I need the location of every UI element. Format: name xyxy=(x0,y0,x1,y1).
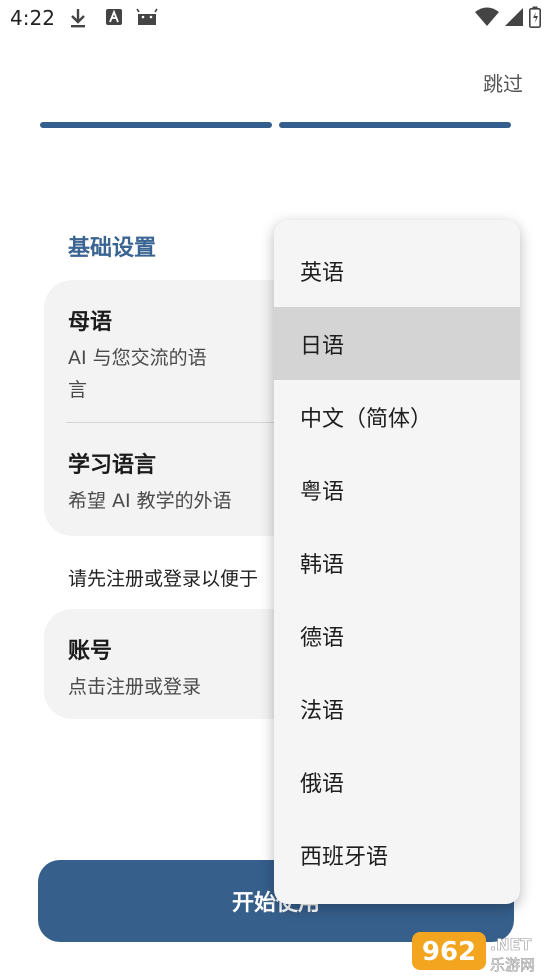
menu-item-russian[interactable]: 俄语 xyxy=(274,745,520,818)
menu-item-japanese[interactable]: 日语 xyxy=(274,307,520,380)
android-icon xyxy=(136,7,158,27)
progress-step-1 xyxy=(40,122,272,128)
menu-item-english[interactable]: 英语 xyxy=(274,234,520,307)
watermark-net: .NET xyxy=(490,935,531,954)
study-language-title: 学习语言 xyxy=(68,453,157,478)
battery-icon xyxy=(529,6,541,32)
signal-icon xyxy=(505,7,523,31)
watermark-logo: 962 .NET 乐游网 xyxy=(408,926,548,976)
native-language-subtitle-line2: 言 xyxy=(68,379,88,401)
app-notification-icon xyxy=(104,7,124,27)
menu-item-cantonese[interactable]: 粤语 xyxy=(274,453,520,526)
language-dropdown-menu: 英语 日语 中文（简体） 粤语 韩语 德语 法语 俄语 西班牙语 xyxy=(274,220,520,904)
watermark-number: 962 xyxy=(422,937,476,967)
skip-button[interactable]: 跳过 xyxy=(483,68,523,97)
progress-step-2 xyxy=(279,122,511,128)
menu-item-chinese-simplified[interactable]: 中文（简体） xyxy=(274,380,520,453)
native-language-subtitle-line1: AI 与您交流的语 xyxy=(68,347,207,369)
account-title: 账号 xyxy=(68,639,113,664)
menu-item-korean[interactable]: 韩语 xyxy=(274,526,520,599)
status-time: 4:22 xyxy=(10,6,55,30)
menu-item-french[interactable]: 法语 xyxy=(274,672,520,745)
status-icons xyxy=(475,6,541,32)
watermark-site: 乐游网 xyxy=(490,956,535,974)
login-notice: 请先注册或登录以便于 xyxy=(68,568,259,590)
section-title: 基础设置 xyxy=(68,236,157,261)
native-language-title: 母语 xyxy=(68,310,113,335)
account-subtitle: 点击注册或登录 xyxy=(68,676,202,698)
wifi-icon xyxy=(475,7,499,31)
study-language-subtitle: 希望 AI 教学的外语 xyxy=(68,490,232,512)
menu-item-spanish[interactable]: 西班牙语 xyxy=(274,818,520,891)
menu-item-german[interactable]: 德语 xyxy=(274,599,520,672)
download-icon xyxy=(68,7,88,28)
